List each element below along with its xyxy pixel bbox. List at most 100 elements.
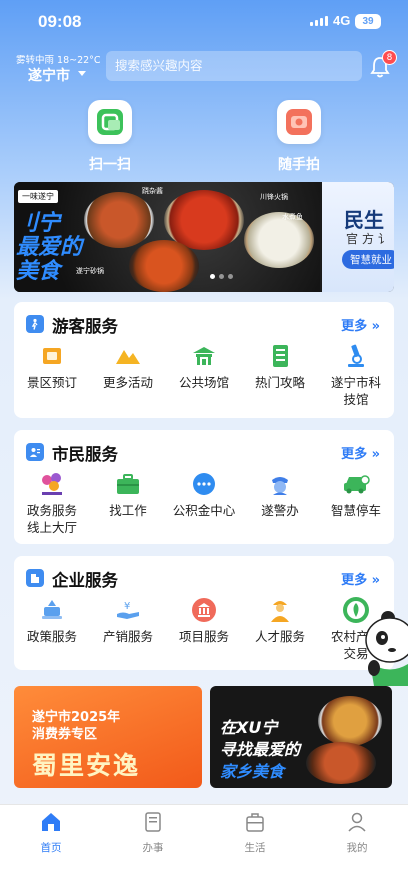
weather-info: 雾转中雨 18~22°C — [16, 55, 101, 66]
local-food-banner[interactable]: 在XU宁 寻找最爱的 家乡美食 — [210, 686, 392, 788]
item-label: 公共场馆 — [178, 375, 229, 390]
dish-label: 跷杂酱 — [142, 187, 163, 195]
more-activities-button[interactable]: 更多活动 — [90, 342, 166, 391]
dish-image — [129, 240, 199, 292]
slogan-line: 最爱的 — [16, 235, 83, 260]
item-label: 项目服务 — [178, 629, 229, 644]
housing-fund-button[interactable]: 公积金中心 — [166, 470, 242, 519]
tab-label: 我的 — [346, 842, 368, 854]
promo-title: 在XU宁 — [220, 718, 278, 737]
consumption-voucher-banner[interactable]: 遂宁市2025年 消费券专区 蜀里安逸 — [14, 686, 202, 788]
production-sales-button[interactable]: ¥ 产销服务 — [90, 596, 166, 645]
item-label: 政务服务线上大厅 — [26, 503, 77, 535]
item-label: 政策服务 — [26, 629, 77, 644]
snapshot-button[interactable]: 随手拍 — [259, 100, 339, 174]
camera-icon — [277, 100, 321, 144]
pavilion-icon — [190, 342, 218, 370]
banner-subtitle: 遂宁砂锅 — [76, 267, 104, 275]
notification-badge: 8 — [382, 50, 397, 65]
tab-label: 生活 — [244, 842, 266, 854]
item-label: 遂警办 — [261, 503, 299, 518]
employment-banner[interactable]: 民生 官方讠 智慧就业 — [322, 182, 394, 292]
more-link[interactable]: 更多 » — [341, 315, 380, 334]
chat-dots-icon — [190, 470, 218, 498]
snapshot-label: 随手拍 — [278, 157, 320, 173]
policy-service-button[interactable]: 政策服务 — [14, 596, 90, 645]
food-banner[interactable]: 一味遂宁 刂宁 最爱的 美食 遂宁砂锅 跷杂酱 川锋火锅 水煮鱼 — [14, 182, 320, 292]
find-job-button[interactable]: 找工作 — [90, 470, 166, 519]
item-label: 更多活动 — [102, 375, 153, 390]
tab-home[interactable]: 首页 — [0, 811, 102, 855]
bottom-tab-bar: 首页 办事 生活 我的 — [0, 804, 408, 883]
scan-icon — [88, 100, 132, 144]
dish-label: 水煮鱼 — [282, 213, 303, 221]
item-label: 找工作 — [109, 503, 147, 518]
police-icon — [266, 470, 294, 498]
scan-button[interactable]: 扫一扫 — [70, 100, 150, 174]
banner-subtitle: 官方讠 — [346, 232, 394, 246]
home-icon — [42, 813, 60, 831]
promo-subtitle: 消费券专区 — [32, 727, 98, 742]
public-venue-button[interactable]: 公共场馆 — [166, 342, 242, 391]
science-museum-button[interactable]: 遂宁市科技馆 — [318, 342, 394, 408]
smart-parking-button[interactable]: 智慧停车 — [318, 470, 394, 519]
promo-slogan: 家乡美食 — [220, 762, 285, 781]
government-hall-button[interactable]: 政务服务线上大厅 — [14, 470, 90, 536]
popular-guides-button[interactable]: 热门攻略 — [242, 342, 318, 391]
talent-service-button[interactable]: 人才服务 — [242, 596, 318, 645]
dish-image — [84, 192, 154, 248]
item-label: 热门攻略 — [254, 375, 305, 390]
project-service-button[interactable]: 项目服务 — [166, 596, 242, 645]
banner-title: 民生 — [344, 208, 384, 232]
card-header: 企业服务 更多 » — [14, 556, 394, 596]
citizen-icon — [26, 443, 44, 461]
more-link[interactable]: 更多 » — [341, 569, 380, 588]
panda-mascot-icon[interactable] — [358, 606, 408, 686]
dish-image — [306, 742, 376, 784]
dish-label: 川锋火锅 — [260, 193, 288, 201]
ticket-icon — [38, 342, 66, 370]
card-title: 市民服务 — [52, 445, 118, 464]
status-bar: 09:08 4G 39 — [0, 0, 408, 44]
slogan-line: 刂宁 — [16, 211, 61, 236]
citizen-services-card: 市民服务 更多 » 政务服务线上大厅 找工作 公积金中心 遂警办 智慧停车 — [14, 430, 394, 544]
card-title: 游客服务 — [52, 317, 118, 336]
bag-icon — [246, 813, 264, 832]
banner-tag: 一味遂宁 — [18, 190, 58, 203]
search-input[interactable]: 搜索感兴趣内容 — [106, 51, 362, 81]
banner-carousel[interactable]: 一味遂宁 刂宁 最爱的 美食 遂宁砂锅 跷杂酱 川锋火锅 水煮鱼 民生 官方讠 … — [14, 182, 394, 292]
card-header: 游客服务 更多 » — [14, 302, 394, 342]
item-label: 人才服务 — [254, 629, 305, 644]
header: 雾转中雨 18~22°C 遂宁市 搜索感兴趣内容 8 — [0, 48, 408, 88]
item-label: 遂宁市科技馆 — [330, 375, 381, 407]
item-label: 公积金中心 — [172, 503, 236, 518]
battery-icon: 39 — [355, 14, 381, 29]
police-service-button[interactable]: 遂警办 — [242, 470, 318, 519]
svg-text:¥: ¥ — [124, 601, 130, 612]
smart-employment-pill[interactable]: 智慧就业 — [342, 250, 394, 269]
item-label: 产销服务 — [102, 629, 153, 644]
dish-image — [244, 212, 314, 268]
tab-services[interactable]: 办事 — [102, 811, 204, 855]
briefcase-icon — [114, 470, 142, 498]
battery-level: 39 — [362, 16, 374, 27]
signal-icon — [310, 16, 328, 26]
promo-slogan: 蜀里安逸 — [32, 751, 141, 780]
scenic-booking-button[interactable]: 景区预订 — [14, 342, 90, 391]
carousel-indicator — [210, 274, 233, 279]
user-icon — [348, 812, 366, 832]
tab-label: 办事 — [142, 842, 164, 854]
worker-icon — [266, 596, 294, 624]
banner-slogan: 刂宁 最爱的 美食 — [16, 212, 82, 284]
card-title: 企业服务 — [52, 571, 118, 590]
tab-life[interactable]: 生活 — [204, 811, 306, 855]
enterprise-services-card: 企业服务 更多 » 政策服务 ¥ 产销服务 项目服务 人才服务 农村产权交易 — [14, 556, 394, 670]
more-link[interactable]: 更多 » — [341, 443, 380, 462]
document-icon — [145, 812, 161, 832]
chevron-down-icon[interactable] — [78, 71, 86, 76]
bank-icon — [190, 596, 218, 624]
mountain-icon — [114, 342, 142, 370]
guidebook-icon — [266, 342, 294, 370]
city-selector[interactable]: 遂宁市 — [28, 65, 70, 85]
tab-mine[interactable]: 我的 — [306, 811, 408, 855]
